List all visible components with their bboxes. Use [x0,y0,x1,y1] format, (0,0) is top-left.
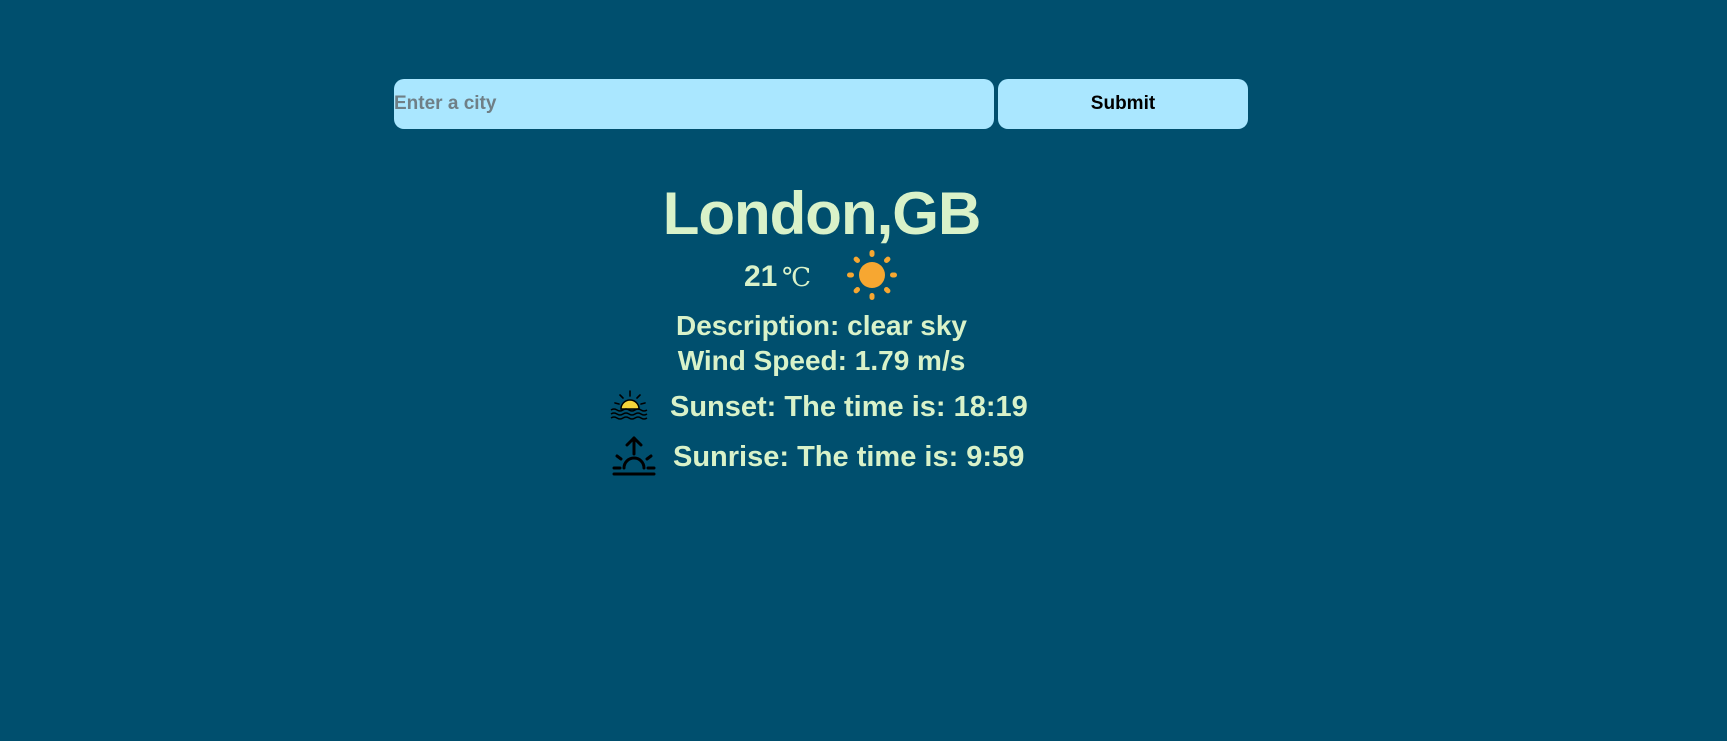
temperature-value: 21 [744,260,778,293]
weather-app: Submit London,GB 21 ℃ Descript [0,0,1727,741]
temperature-row: 21 ℃ [744,248,904,308]
submit-button[interactable]: Submit [998,79,1248,129]
sunset-text: Sunset: The time is: 18:19 [670,391,1028,423]
sunrise-icon [612,436,656,476]
location-title: London,GB [662,180,982,247]
sunset-icon [610,390,648,420]
weather-description: Description: clear sky [675,310,968,341]
city-input[interactable] [394,79,994,129]
search-form: Submit [394,79,1248,129]
sun-icon [847,250,897,300]
temperature-unit: ℃ [782,263,812,293]
wind-speed: Wind Speed: 1.79 m/s [677,345,966,376]
sunrise-text: Sunrise: The time is: 9:59 [673,441,1025,473]
